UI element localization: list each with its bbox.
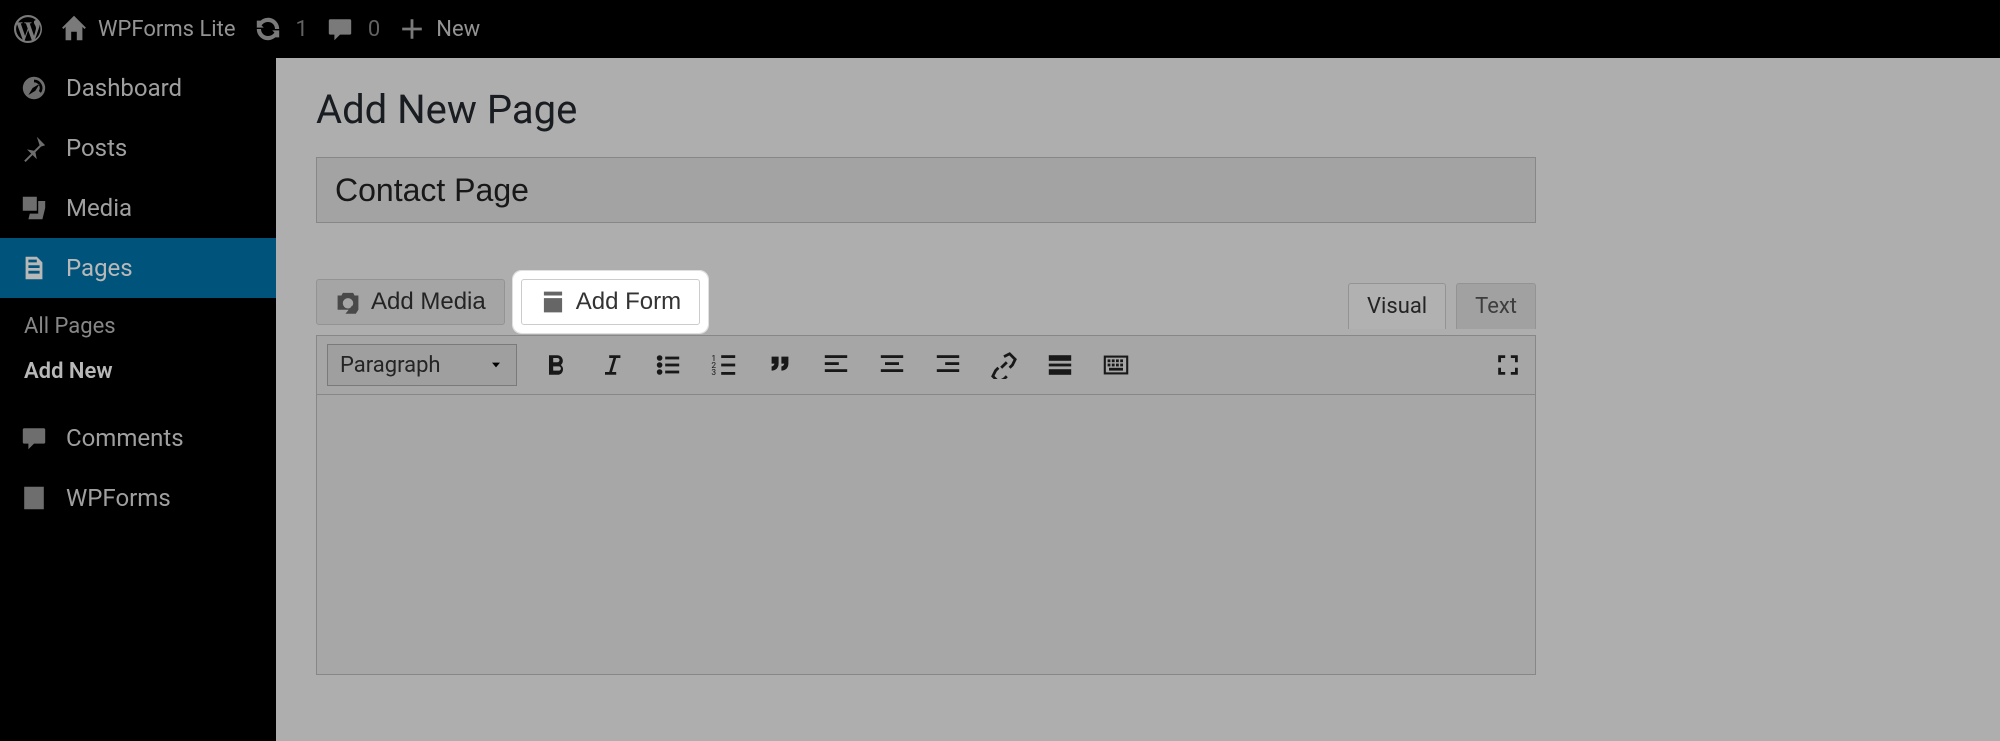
bullet-list-button[interactable]	[651, 348, 685, 382]
align-right-icon	[934, 351, 962, 379]
site-home[interactable]: WPForms Lite	[60, 15, 236, 43]
chevron-down-icon	[488, 357, 504, 373]
admin-bar: WPForms Lite 1 0 New	[0, 0, 2000, 58]
sidebar-item-dashboard[interactable]: Dashboard	[0, 58, 276, 118]
tab-text[interactable]: Text	[1456, 283, 1536, 329]
comments-link[interactable]: 0	[326, 15, 380, 43]
align-center-icon	[878, 351, 906, 379]
update-icon	[254, 15, 282, 43]
comments-icon	[20, 424, 48, 452]
updates-link[interactable]: 1	[254, 15, 308, 43]
align-left-icon	[822, 351, 850, 379]
submenu-add-new[interactable]: Add New	[0, 349, 276, 394]
add-media-button[interactable]: Add Media	[316, 279, 505, 325]
site-title: WPForms Lite	[98, 17, 236, 42]
wordpress-icon	[14, 15, 42, 43]
quote-icon	[766, 351, 794, 379]
media-icon	[20, 194, 48, 222]
fullscreen-icon	[1494, 351, 1522, 379]
toolbar-toggle-button[interactable]	[1099, 348, 1133, 382]
camera-icon	[335, 289, 361, 315]
sidebar-item-wpforms[interactable]: WPForms	[0, 468, 276, 528]
editor-tabs: Visual Text	[1348, 283, 1536, 329]
sidebar-item-label: Pages	[66, 254, 133, 282]
add-form-label: Add Form	[576, 288, 681, 316]
editor-wrap: Add Media Add Form Visual Text Paragraph…	[316, 279, 1536, 675]
form-icon	[540, 289, 566, 315]
plus-icon	[398, 15, 426, 43]
italic-icon	[598, 351, 626, 379]
italic-button[interactable]	[595, 348, 629, 382]
align-left-button[interactable]	[819, 348, 853, 382]
home-icon	[60, 15, 88, 43]
sidebar-item-posts[interactable]: Posts	[0, 118, 276, 178]
comments-count: 0	[368, 17, 380, 42]
bullet-list-icon	[654, 351, 682, 379]
bold-icon	[542, 351, 570, 379]
fullscreen-button[interactable]	[1491, 348, 1525, 382]
wpforms-icon	[20, 484, 48, 512]
sidebar-item-media[interactable]: Media	[0, 178, 276, 238]
updates-count: 1	[296, 17, 308, 42]
sidebar-item-label: Comments	[66, 424, 184, 452]
new-content[interactable]: New	[398, 15, 480, 43]
format-selector-label: Paragraph	[340, 353, 441, 378]
editor-content-area[interactable]	[316, 395, 1536, 675]
pin-icon	[20, 134, 48, 162]
blockquote-button[interactable]	[763, 348, 797, 382]
align-center-button[interactable]	[875, 348, 909, 382]
align-right-button[interactable]	[931, 348, 965, 382]
sidebar-item-label: Media	[66, 194, 132, 222]
numbered-list-button[interactable]: 123	[707, 348, 741, 382]
sidebar-item-label: WPForms	[66, 484, 171, 512]
sidebar-item-comments[interactable]: Comments	[0, 408, 276, 468]
svg-text:3: 3	[711, 368, 716, 378]
bold-button[interactable]	[539, 348, 573, 382]
read-more-button[interactable]	[1043, 348, 1077, 382]
sidebar-item-pages[interactable]: Pages	[0, 238, 276, 298]
format-selector[interactable]: Paragraph	[327, 344, 517, 386]
link-icon	[990, 351, 1018, 379]
numbered-list-icon: 123	[710, 351, 738, 379]
pages-icon	[20, 254, 48, 282]
readmore-icon	[1046, 351, 1074, 379]
dashboard-icon	[20, 74, 48, 102]
tab-visual[interactable]: Visual	[1348, 283, 1446, 329]
main-content: Add New Page Add Media Add Form Visual T…	[276, 58, 2000, 741]
link-button[interactable]	[987, 348, 1021, 382]
wordpress-logo[interactable]	[14, 15, 42, 43]
page-heading: Add New Page	[316, 86, 1960, 133]
submenu-all-pages[interactable]: All Pages	[0, 304, 276, 349]
editor-toolbar: Paragraph 123	[316, 335, 1536, 395]
keyboard-icon	[1102, 351, 1130, 379]
comment-icon	[326, 15, 354, 43]
new-label: New	[436, 17, 480, 42]
post-title-input[interactable]	[316, 157, 1536, 223]
add-media-label: Add Media	[371, 288, 486, 316]
sidebar-item-label: Posts	[66, 134, 127, 162]
pages-submenu: All Pages Add New	[0, 298, 276, 408]
admin-sidebar: Dashboard Posts Media Pages All Pages Ad…	[0, 58, 276, 741]
add-form-button[interactable]: Add Form	[521, 279, 700, 325]
sidebar-item-label: Dashboard	[66, 74, 182, 102]
